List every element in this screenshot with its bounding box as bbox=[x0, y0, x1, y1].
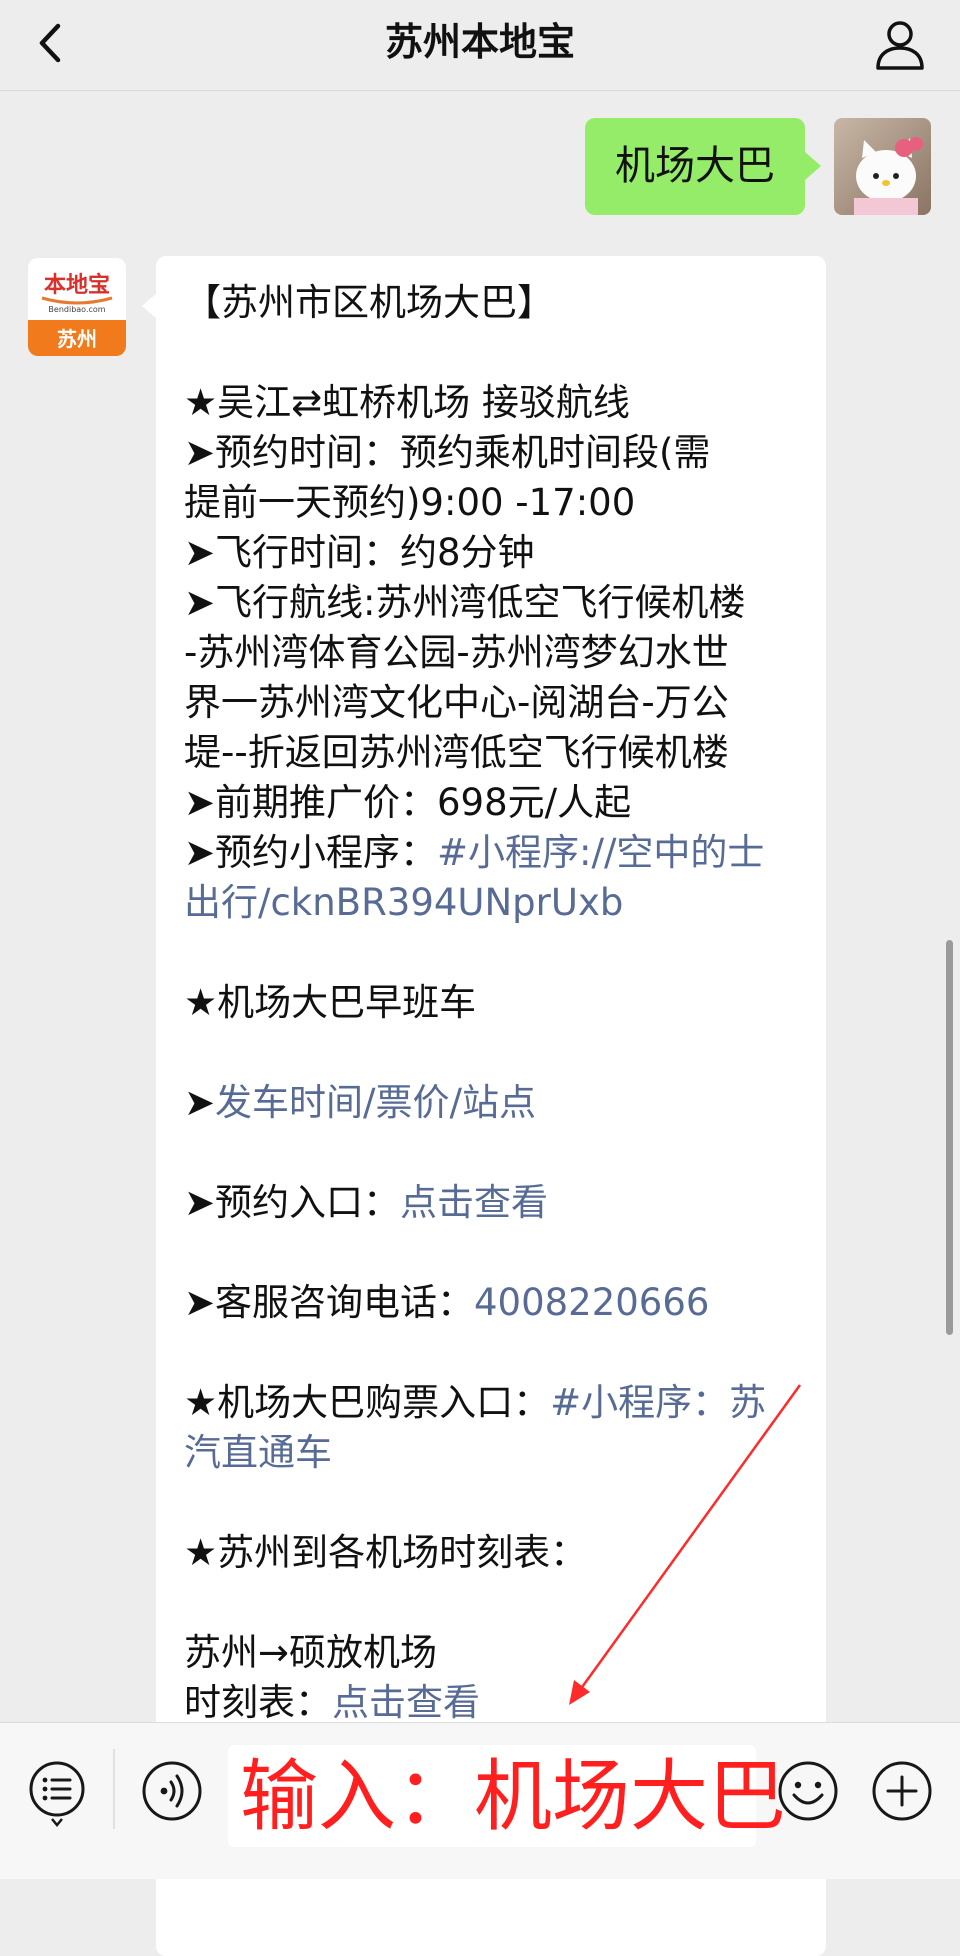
message-link[interactable]: #小程序：苏 bbox=[550, 1381, 766, 1424]
voice-icon bbox=[142, 1761, 202, 1821]
message-text: ★吴江⇄虹桥机场 接驳航线 bbox=[184, 381, 630, 424]
message-line: ➤预约时间：预约乘机时间段(需 bbox=[184, 428, 800, 478]
message-link[interactable]: 出行/cknBR394UNprUxb bbox=[184, 881, 623, 924]
top-nav-bar: 苏州本地宝 bbox=[0, 0, 960, 91]
svg-text:本地宝: 本地宝 bbox=[44, 272, 110, 298]
message-text: ➤飞行航线:苏州湾低空飞行候机楼 bbox=[184, 581, 746, 624]
chat-title: 苏州本地宝 bbox=[384, 20, 575, 64]
message-line: ➤预约入口：点击查看 bbox=[184, 1178, 800, 1228]
user-avatar[interactable] bbox=[834, 118, 931, 215]
message-text: ➤预约入口： bbox=[184, 1181, 401, 1224]
outgoing-message-bubble[interactable]: 机场大巴 bbox=[585, 118, 805, 215]
message-text: 界一苏州湾文化中心-阅湖台-万公 bbox=[184, 681, 729, 724]
message-link[interactable]: 点击查看 bbox=[400, 1181, 548, 1224]
message-text: ➤前期推广价：698元/人起 bbox=[184, 781, 632, 824]
message-line: 苏州→硕放机场 bbox=[184, 1628, 800, 1678]
message-text: ★机场大巴购票入口： bbox=[184, 1381, 551, 1424]
message-line: 出行/cknBR394UNprUxb bbox=[184, 878, 800, 928]
message-line: ➤前期推广价：698元/人起 bbox=[184, 778, 800, 828]
message-text: 堤--折返回苏州湾低空飞行候机楼 bbox=[184, 731, 729, 774]
message-text: 提前一天预约)9:00 -17:00 bbox=[184, 481, 636, 524]
message-text: 苏州→硕放机场 bbox=[184, 1631, 438, 1674]
menu-button[interactable] bbox=[26, 1759, 88, 1829]
message-input-text: 输入：机场大巴 bbox=[240, 1752, 787, 1842]
message-text: ➤客服咨询电话： bbox=[184, 1281, 475, 1324]
svg-text:苏州: 苏州 bbox=[57, 327, 97, 351]
message-text: ➤预约小程序： bbox=[184, 831, 438, 874]
message-link[interactable]: 点击查看 bbox=[332, 1681, 480, 1724]
message-link[interactable]: 发车时间/票价/站点 bbox=[215, 1081, 536, 1124]
message-line: 时刻表：点击查看 bbox=[184, 1678, 800, 1728]
message-text: ★苏州到各机场时刻表： bbox=[184, 1531, 588, 1574]
message-text: ★机场大巴早班车 bbox=[184, 981, 477, 1024]
menu-divider bbox=[113, 1749, 115, 1829]
plus-icon bbox=[872, 1761, 932, 1821]
message-text: 【苏州市区机场大巴】 bbox=[184, 281, 554, 324]
incoming-message-bubble: 【苏州市区机场大巴】 ★吴江⇄虹桥机场 接驳航线 ➤预约时间：预约乘机时间段(需 提前… bbox=[156, 256, 826, 1956]
bendibao-avatar[interactable]: 本地宝 Bendibao.com 苏州 bbox=[28, 258, 126, 356]
message-input[interactable]: 输入：机场大巴 bbox=[228, 1745, 786, 1847]
outgoing-bubble-tail bbox=[805, 152, 821, 180]
emoji-button[interactable] bbox=[776, 1759, 840, 1823]
message-link[interactable]: 4008220666 bbox=[474, 1281, 709, 1324]
message-text: ➤预约时间：预约乘机时间段(需 bbox=[184, 431, 711, 474]
message-line: 堤--折返回苏州湾低空飞行候机楼 bbox=[184, 728, 800, 778]
message-text: ➤飞行时间：约8分钟 bbox=[184, 531, 535, 574]
input-bar: 输入：机场大巴 bbox=[0, 1722, 960, 1879]
person-icon bbox=[876, 21, 924, 70]
message-line: 汽直通车 bbox=[184, 1428, 800, 1478]
message-text: -苏州湾体育公园-苏州湾梦幻水世 bbox=[184, 631, 729, 674]
voice-button[interactable] bbox=[140, 1759, 204, 1823]
message-line: -苏州湾体育公园-苏州湾梦幻水世 bbox=[184, 628, 800, 678]
message-line: ★吴江⇄虹桥机场 接驳航线 bbox=[184, 378, 800, 428]
chat-scrollbar[interactable] bbox=[946, 940, 953, 1335]
message-line: ➤客服咨询电话：4008220666 bbox=[184, 1278, 800, 1328]
message-line: 界一苏州湾文化中心-阅湖台-万公 bbox=[184, 678, 800, 728]
message-line: 【苏州市区机场大巴】 bbox=[184, 278, 800, 328]
profile-button[interactable] bbox=[870, 14, 930, 74]
message-line: ➤飞行时间：约8分钟 bbox=[184, 528, 800, 578]
message-line: ➤发车时间/票价/站点 bbox=[184, 1078, 800, 1128]
message-link[interactable]: 汽直通车 bbox=[184, 1431, 332, 1474]
message-text: 时刻表： bbox=[184, 1681, 332, 1724]
message-line: ★苏州到各机场时刻表： bbox=[184, 1528, 800, 1578]
message-text: ➤ bbox=[184, 1081, 216, 1124]
message-line: ➤预约小程序：#小程序://空中的士 bbox=[184, 828, 800, 878]
message-line: ★机场大巴早班车 bbox=[184, 978, 800, 1028]
message-link[interactable]: #小程序://空中的士 bbox=[437, 831, 764, 874]
emoji-icon bbox=[778, 1761, 838, 1821]
message-line: ★机场大巴购票入口：#小程序：苏 bbox=[184, 1378, 800, 1428]
message-line: 提前一天预约)9:00 -17:00 bbox=[184, 478, 800, 528]
more-button[interactable] bbox=[870, 1759, 934, 1823]
svg-text:Bendibao.com: Bendibao.com bbox=[48, 305, 105, 314]
bendibao-logo-icon: 本地宝 Bendibao.com 苏州 bbox=[28, 258, 126, 356]
hello-kitty-avatar-icon bbox=[834, 118, 931, 215]
list-menu-icon bbox=[29, 1761, 85, 1827]
message-line: ➤飞行航线:苏州湾低空飞行候机楼 bbox=[184, 578, 800, 628]
